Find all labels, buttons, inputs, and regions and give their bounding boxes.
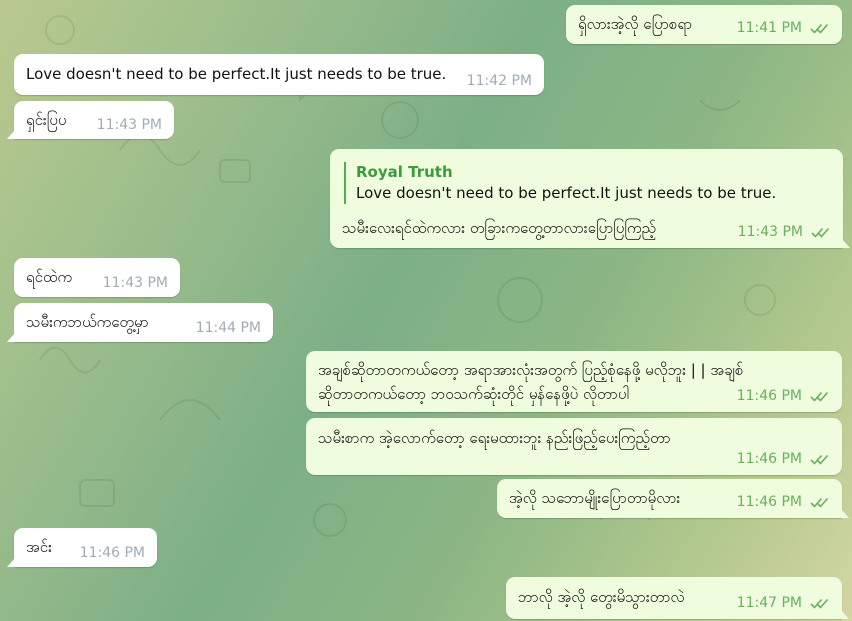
message-time: 11:46 PM [737,451,830,469]
message-bubble-incoming[interactable]: ရင်ထဲက 11:43 PM [14,258,180,297]
message-text: ဘာလို အဲ့လို တွေးမိသွားတာလဲ [518,588,685,606]
message-text: ရှိလားအဲ့လို ပြောစရာ [578,15,693,33]
message-text: သမီးကဘယ်ကတွေ့မှာ [26,313,149,331]
message-time: 11:44 PM [195,320,261,336]
message-bubble-outgoing[interactable]: အချစ်ဆိုတာတကယ်တော့ အရာအားလုံးအတွက် ပြည့်… [306,351,842,412]
message-bubble-outgoing[interactable]: ရှိလားအဲ့လို ပြောစရာ 11:41 PM [566,5,842,44]
message-bubble-outgoing[interactable]: သမီးစာက အဲ့လောက်တော့ ရေးမထားဘူး နည်းဖြည့… [306,418,842,475]
message-bubble-outgoing[interactable]: Royal Truth Love doesn't need to be perf… [330,149,850,248]
message-text: Love doesn't need to be perfect.It just … [26,65,447,83]
reply-quote[interactable]: Royal Truth Love doesn't need to be perf… [344,162,831,204]
message-time: 11:43 PM [96,117,162,133]
double-check-icon [811,226,831,242]
message-time: 11:47 PM [737,595,830,613]
message-text-line1: အချစ်ဆိုတာတကယ်တော့ အရာအားလုံးအတွက် ပြည့်… [318,361,744,379]
double-check-icon [810,597,830,613]
message-time: 11:43 PM [102,275,168,291]
message-time: 11:41 PM [737,20,830,38]
message-time: 11:46 PM [737,388,830,406]
message-bubble-outgoing[interactable]: ဘာလို အဲ့လို တွေးမိသွားတာလဲ 11:47 PM [506,577,849,619]
message-text: ရှင်းပြပ [26,111,67,129]
message-time: 11:46 PM [79,545,145,561]
reply-text: Love doesn't need to be perfect.It just … [356,184,777,202]
double-check-icon [810,22,830,38]
message-text: ရင်ထဲက [26,268,73,286]
message-bubble-incoming[interactable]: အင်း 11:46 PM [7,528,157,567]
reply-sender-name: Royal Truth [356,163,453,181]
double-check-icon [810,496,830,512]
message-text: အဲ့လို သဘောမျိုးပြောတာမိုလား [509,489,681,507]
message-list[interactable]: ရှိလားအဲ့လို ပြောစရာ 11:41 PM Love doesn… [0,0,852,621]
message-time: 11:46 PM [737,494,830,512]
message-text: အင်း [26,538,52,556]
message-bubble-incoming[interactable]: ရှင်းပြပ 11:43 PM [7,101,174,139]
double-check-icon [810,390,830,406]
message-time: 11:43 PM [738,224,831,242]
message-bubble-incoming[interactable]: Love doesn't need to be perfect.It just … [14,54,544,95]
message-bubble-incoming[interactable]: သမီးကဘယ်ကတွေ့မှာ 11:44 PM [7,303,273,342]
message-text-line2: ဆိုတာတကယ်တော့ ဘဝသက်ဆုံးတိုင် မှန်နေဖို့ပ… [318,385,629,403]
message-text: သမီးစာက အဲ့လောက်တော့ ရေးမထားဘူး နည်းဖြည့… [318,429,671,447]
double-check-icon [810,453,830,469]
message-text: သမီးလေးရင်ထဲကလား တခြားကတွေ့တာလားပြောပြကြ… [342,219,657,237]
message-time: 11:42 PM [466,73,532,89]
message-bubble-outgoing[interactable]: အဲ့လို သဘောမျိုးပြောတာမိုလား 11:46 PM [497,479,849,518]
